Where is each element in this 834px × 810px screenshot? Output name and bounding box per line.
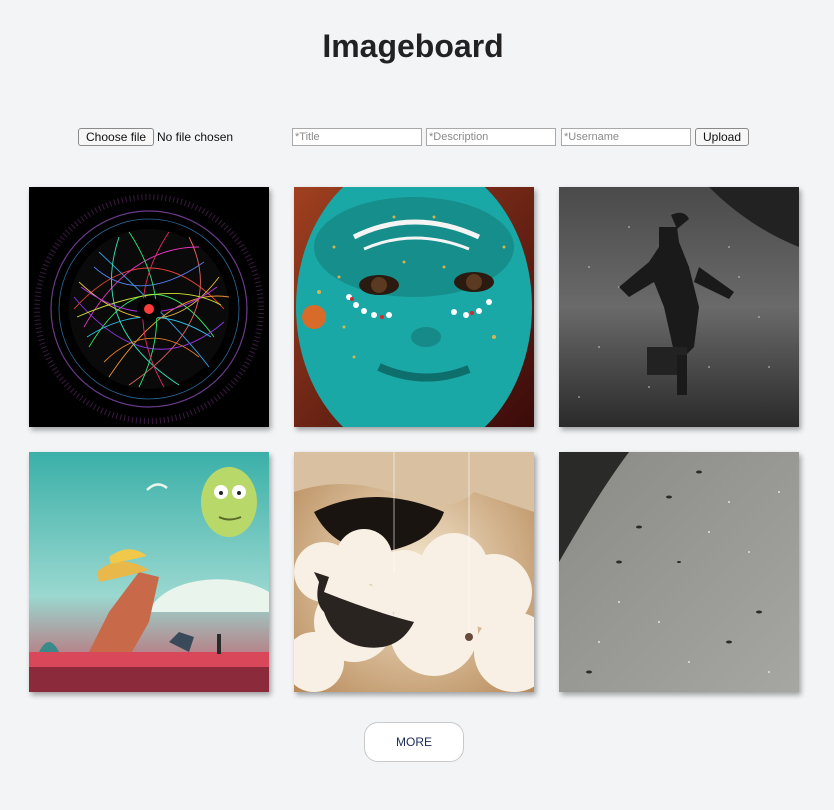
figure-in-water-image — [559, 187, 799, 427]
gallery-image-4[interactable] — [29, 452, 269, 692]
upload-button[interactable]: Upload — [695, 128, 749, 146]
painted-face-image — [294, 187, 534, 427]
page-title: Imageboard — [322, 28, 504, 64]
string-art-image — [29, 187, 269, 427]
snowy-slope-image — [559, 452, 799, 692]
title-input[interactable] — [292, 128, 422, 146]
gallery-image-1[interactable] — [29, 187, 269, 427]
alien-landscape-image — [29, 452, 269, 692]
upload-form: Choose file No file chosen Upload — [0, 128, 834, 148]
gallery-image-3[interactable] — [559, 187, 799, 427]
imageboard-page: Imageboard Choose file No file chosen Up… — [0, 0, 834, 810]
gallery-image-6[interactable] — [559, 452, 799, 692]
whale-clouds-image — [294, 452, 534, 692]
more-button[interactable]: MORE — [364, 722, 464, 762]
choose-file-button[interactable]: Choose file — [78, 128, 155, 146]
username-input[interactable] — [561, 128, 691, 146]
gallery-image-5[interactable] — [294, 452, 534, 692]
file-status-text: No file chosen — [157, 130, 234, 144]
description-input[interactable] — [426, 128, 556, 146]
gallery-image-2[interactable] — [294, 187, 534, 427]
